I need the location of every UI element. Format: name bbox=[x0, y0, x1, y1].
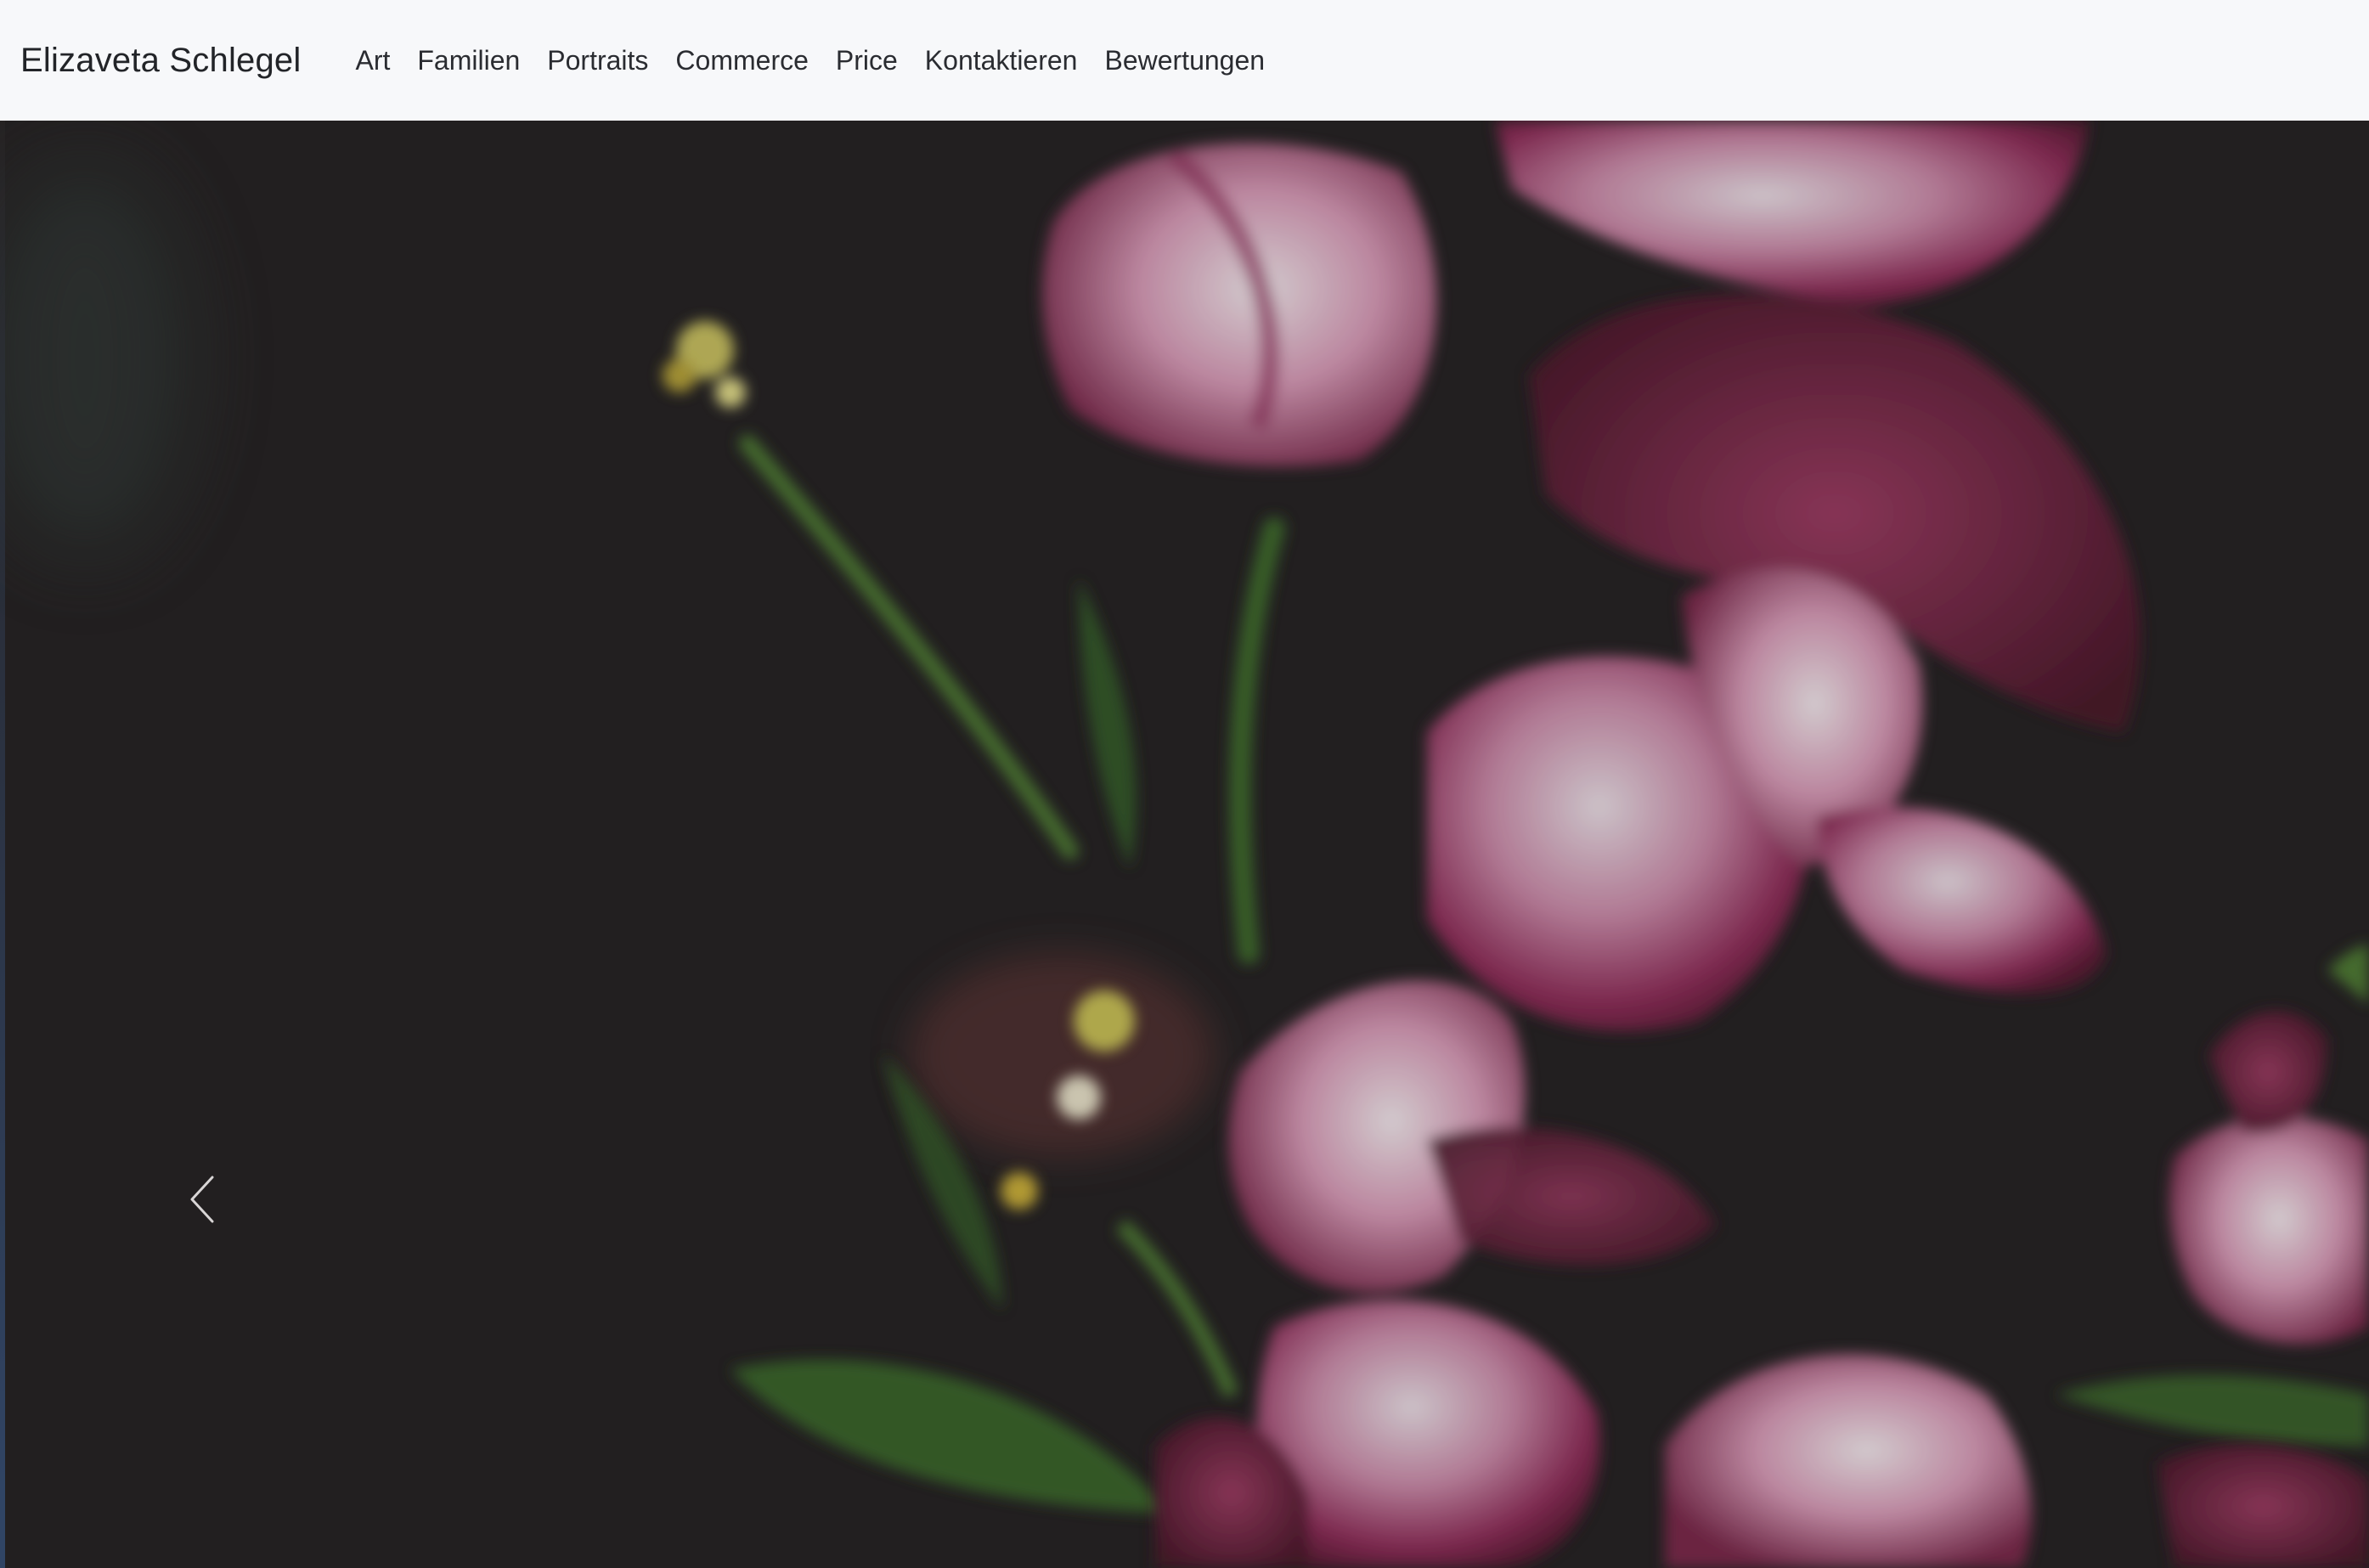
nav-item-commerce[interactable]: Commerce bbox=[675, 45, 808, 76]
nav-item-portraits[interactable]: Portraits bbox=[547, 45, 648, 76]
hero-tulip-image bbox=[0, 121, 2369, 1568]
nav-item-art[interactable]: Art bbox=[355, 45, 390, 76]
nav-item-price[interactable]: Price bbox=[836, 45, 898, 76]
hero-carousel bbox=[0, 121, 2369, 1568]
site-brand[interactable]: Elizaveta Schlegel bbox=[20, 42, 301, 80]
top-navbar: Elizaveta Schlegel Art Familien Portrait… bbox=[0, 0, 2369, 121]
nav-item-kontaktieren[interactable]: Kontaktieren bbox=[925, 45, 1078, 76]
left-edge-accent bbox=[0, 121, 5, 1568]
carousel-prev-button[interactable] bbox=[187, 1174, 255, 1242]
chevron-left-icon bbox=[190, 1176, 214, 1223]
nav-item-familien[interactable]: Familien bbox=[417, 45, 520, 76]
nav-item-bewertungen[interactable]: Bewertungen bbox=[1104, 45, 1265, 76]
main-nav: Art Familien Portraits Commerce Price Ko… bbox=[355, 45, 1292, 76]
